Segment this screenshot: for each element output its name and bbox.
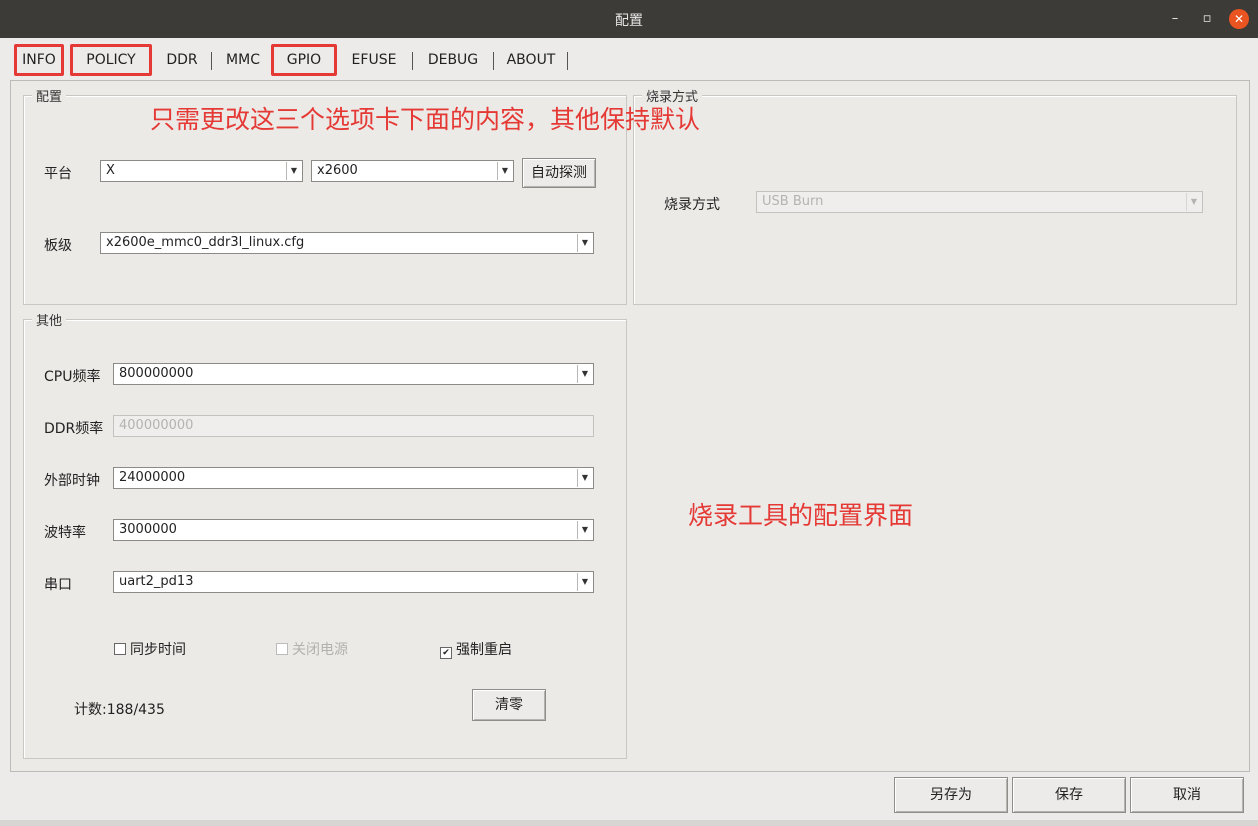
- dialog-footer: 另存为 保存 取消: [0, 772, 1258, 826]
- window-titlebar: 配置 – ▫ ✕: [0, 0, 1258, 38]
- tab-policy[interactable]: POLICY: [70, 44, 152, 76]
- force-reboot-label: 强制重启: [456, 642, 512, 658]
- maximize-button[interactable]: ▫: [1197, 9, 1217, 29]
- save-button[interactable]: 保存: [1012, 777, 1126, 813]
- chevron-down-icon: ▼: [577, 365, 592, 383]
- ddr-freq-field[interactable]: 400000000: [113, 415, 594, 437]
- force-reboot-checkbox[interactable]: ✔ 强制重启: [440, 639, 512, 659]
- chevron-down-icon: ▼: [1186, 193, 1201, 211]
- window-title: 配置: [615, 13, 643, 29]
- cpu-freq-value: 800000000: [119, 366, 194, 381]
- platform-label: 平台: [44, 166, 72, 182]
- burn-mode-select[interactable]: USB Burn ▼: [756, 191, 1203, 213]
- chevron-down-icon: ▼: [286, 162, 301, 180]
- checkbox-box: [114, 643, 126, 655]
- tab-page: 配置 平台 X ▼ x2600 ▼ 自动探测 板级 x2600e_mmc0_dd…: [10, 80, 1250, 772]
- annotation-top-note: 只需更改这三个选项卡下面的内容，其他保持默认: [150, 105, 701, 134]
- serial-port-label: 串口: [44, 577, 72, 593]
- board-select[interactable]: x2600e_mmc0_ddr3l_linux.cfg ▼: [100, 232, 594, 254]
- tab-ddr[interactable]: DDR: [158, 44, 206, 76]
- burn-mode-label: 烧录方式: [664, 197, 720, 213]
- annotation-center-note: 烧录工具的配置界面: [688, 501, 914, 530]
- baud-rate-label: 波特率: [44, 525, 86, 541]
- chip-select[interactable]: x2600 ▼: [311, 160, 514, 182]
- cpu-freq-select[interactable]: 800000000 ▼: [113, 363, 594, 385]
- minimize-button[interactable]: –: [1165, 9, 1185, 29]
- tab-gpio[interactable]: GPIO: [271, 44, 337, 76]
- serial-port-select[interactable]: uart2_pd13 ▼: [113, 571, 594, 593]
- ddr-freq-value: 400000000: [119, 418, 194, 433]
- burn-mode-group: 烧录方式 烧录方式 USB Burn ▼: [633, 86, 1237, 305]
- save-as-button[interactable]: 另存为: [894, 777, 1008, 813]
- sync-time-label: 同步时间: [130, 642, 186, 658]
- bottom-edge: [0, 820, 1258, 826]
- ext-clock-select[interactable]: 24000000 ▼: [113, 467, 594, 489]
- ddr-freq-label: DDR频率: [44, 421, 104, 437]
- chevron-down-icon: ▼: [497, 162, 512, 180]
- serial-port-value: uart2_pd13: [119, 574, 194, 589]
- baud-rate-select[interactable]: 3000000 ▼: [113, 519, 594, 541]
- chevron-down-icon: ▼: [577, 573, 592, 591]
- power-off-checkbox[interactable]: 关闭电源: [276, 639, 348, 659]
- chevron-down-icon: ▼: [577, 521, 592, 539]
- tab-about[interactable]: ABOUT: [499, 44, 563, 76]
- close-button[interactable]: ✕: [1229, 9, 1249, 29]
- check-icon: ✔: [440, 647, 452, 659]
- tab-separator: [412, 52, 413, 70]
- checkbox-box: [276, 643, 288, 655]
- tab-info[interactable]: INFO: [14, 44, 64, 76]
- other-group: 其他 CPU频率 800000000 ▼ DDR频率 400000000 外部时…: [23, 310, 627, 759]
- ext-clock-value: 24000000: [119, 470, 186, 485]
- chevron-down-icon: ▼: [577, 469, 592, 487]
- count-text: 计数:188/435: [74, 702, 165, 718]
- chip-value: x2600: [317, 163, 358, 178]
- ext-clock-label: 外部时钟: [44, 473, 100, 489]
- baud-rate-value: 3000000: [119, 522, 177, 537]
- auto-detect-button[interactable]: 自动探测: [522, 158, 596, 188]
- platform-select[interactable]: X ▼: [100, 160, 303, 182]
- tab-debug[interactable]: DEBUG: [418, 44, 488, 76]
- other-group-legend: 其他: [32, 310, 67, 329]
- tab-separator: [493, 52, 494, 70]
- power-off-label: 关闭电源: [292, 642, 348, 658]
- board-value: x2600e_mmc0_ddr3l_linux.cfg: [106, 235, 305, 250]
- cancel-button[interactable]: 取消: [1130, 777, 1244, 813]
- clear-count-button[interactable]: 清零: [472, 689, 546, 721]
- chevron-down-icon: ▼: [577, 234, 592, 252]
- platform-value: X: [106, 163, 115, 178]
- tab-separator: [211, 52, 212, 70]
- tab-mmc[interactable]: MMC: [217, 44, 269, 76]
- burn-mode-value: USB Burn: [762, 194, 824, 209]
- tab-efuse[interactable]: EFUSE: [342, 44, 406, 76]
- board-label: 板级: [44, 238, 72, 254]
- tab-separator: [567, 52, 568, 70]
- cpu-freq-label: CPU频率: [44, 369, 101, 385]
- config-group-legend: 配置: [32, 86, 67, 105]
- sync-time-checkbox[interactable]: 同步时间: [114, 639, 186, 659]
